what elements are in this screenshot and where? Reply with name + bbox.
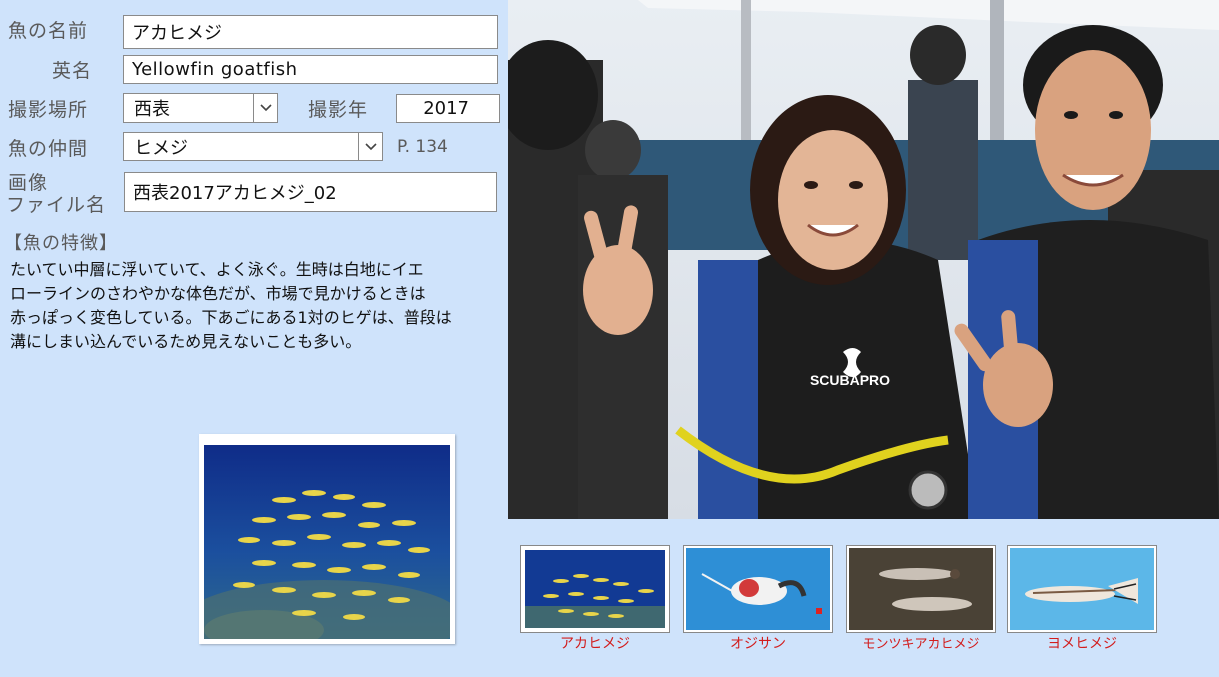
thumbnail-label[interactable]: モンツキアカヒメジ xyxy=(846,633,996,652)
family-select[interactable]: ヒメジ xyxy=(123,132,383,161)
image-label-line2: ファイル名 xyxy=(6,194,107,216)
fish-school-photo xyxy=(204,445,450,639)
year-field[interactable]: 2017 xyxy=(396,94,500,123)
english-name-field[interactable]: Yellowfin goatfish xyxy=(123,55,498,84)
image-file-label: 画像 ファイル名 xyxy=(6,172,107,216)
family-dropdown-button[interactable] xyxy=(358,133,382,160)
fish-name-field[interactable]: アカヒメジ xyxy=(123,15,498,49)
location-select[interactable]: 西表 xyxy=(123,93,278,123)
location-label: 撮影場所 xyxy=(8,99,89,121)
description-line: ローラインのさわやかな体色だが、市場で見かけるときは xyxy=(10,284,426,303)
location-value: 西表 xyxy=(134,99,170,120)
description-line: 赤っぽっく変色している。下あごにある1対のヒゲは、普段は xyxy=(10,308,452,327)
divers-photo: SCUBAPRO xyxy=(508,0,1219,519)
thumbnail-akahimeji[interactable] xyxy=(520,545,670,633)
thumbnail-label[interactable]: アカヒメジ xyxy=(520,633,670,653)
fish-name-label: 魚の名前 xyxy=(8,20,89,42)
image-file-field[interactable]: 西表2017アカヒメジ_02 xyxy=(124,172,497,212)
description-line: たいてい中層に浮いていて、よく泳ぐ。生時は白地にイエ xyxy=(10,260,424,279)
chevron-down-icon xyxy=(364,142,377,150)
fish-photo-frame xyxy=(199,434,455,644)
thumbnail-image xyxy=(525,550,665,628)
image-label-line1: 画像 xyxy=(8,172,49,194)
english-name-label: 英名 xyxy=(52,60,93,82)
features-description: たいてい中層に浮いていて、よく泳ぐ。生時は白地にイエ ローラインのさわやかな体色… xyxy=(10,258,480,354)
thumbnail-ojisan[interactable] xyxy=(683,545,833,633)
year-label: 撮影年 xyxy=(308,99,369,121)
family-label: 魚の仲間 xyxy=(8,138,89,160)
thumbnail-label[interactable]: オジサン xyxy=(683,633,833,653)
family-value: ヒメジ xyxy=(134,137,188,159)
main-photo: SCUBAPRO xyxy=(508,0,1219,519)
features-heading: 【魚の特徴】 xyxy=(4,233,118,254)
thumbnail-image xyxy=(686,548,830,630)
thumbnail-yomehimeji[interactable] xyxy=(1007,545,1157,633)
thumbnail-image xyxy=(849,548,993,630)
description-line: 溝にしまい込んでいるため見えないことも多い。 xyxy=(10,332,362,351)
thumbnail-label[interactable]: ヨメヒメジ xyxy=(1007,633,1157,653)
thumbnail-image xyxy=(1010,548,1154,630)
location-dropdown-button[interactable] xyxy=(253,94,277,122)
page-reference: P. 134 xyxy=(397,137,448,157)
chevron-down-icon xyxy=(259,104,272,112)
thumbnail-montsukiakahimeji[interactable] xyxy=(846,545,996,633)
